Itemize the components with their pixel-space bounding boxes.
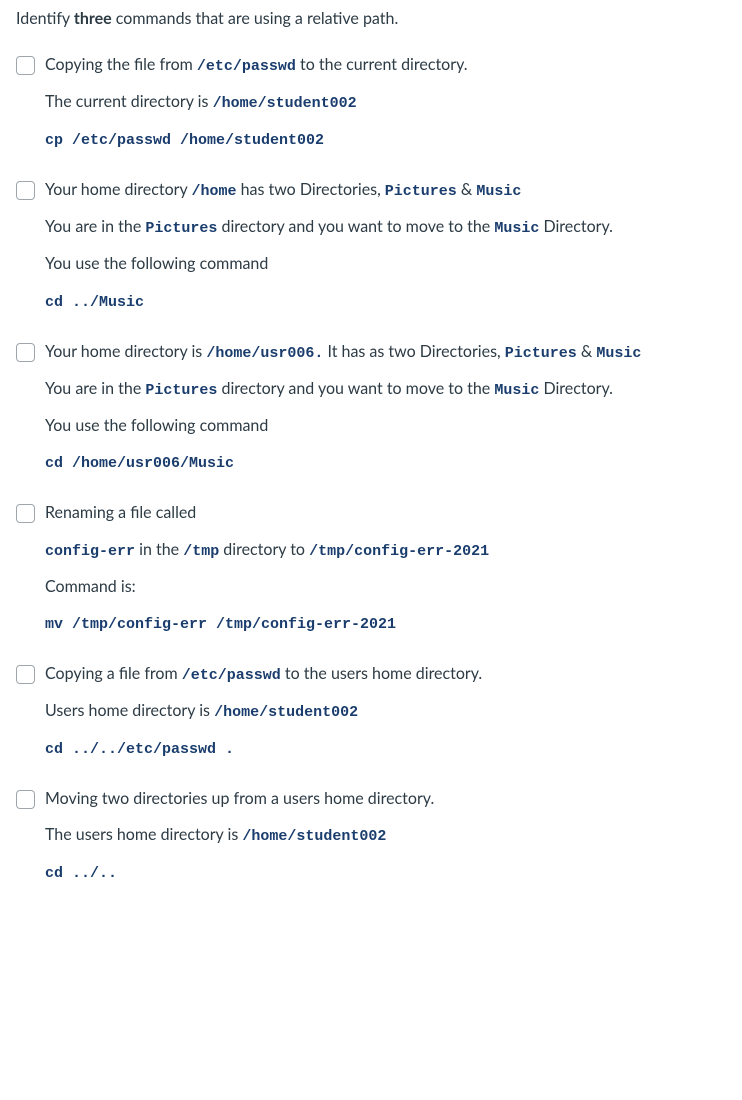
- question-post: commands that are using a relative path.: [112, 9, 399, 28]
- plain-text: to the users home directory.: [281, 664, 482, 683]
- option-text: You are in the Pictures directory and yo…: [45, 378, 732, 401]
- option-checkbox[interactable]: [16, 790, 35, 809]
- plain-text: &: [457, 180, 477, 199]
- command-line: cd /home/usr006/Music: [45, 451, 732, 474]
- option-text: Copying the file from /etc/passwd to the…: [45, 54, 732, 77]
- question-prompt: Identify three commands that are using a…: [16, 8, 732, 30]
- option-4: Renaming a file called config-err in the …: [16, 502, 732, 635]
- plain-text: directory and you want to move to the: [217, 379, 494, 398]
- mono-text: /tmp/config-err-2021: [309, 543, 489, 560]
- mono-text: /home/student002: [214, 704, 358, 721]
- option-text: Renaming a file called: [45, 502, 732, 524]
- command-line: cp /etc/passwd /home/student002: [45, 128, 732, 151]
- plain-text: in the: [135, 540, 183, 559]
- option-text: The current directory is /home/student00…: [45, 91, 732, 114]
- plain-text: Copying the file from: [45, 55, 197, 74]
- option-text: You use the following command: [45, 253, 732, 275]
- option-1: Copying the file from /etc/passwd to the…: [16, 54, 732, 151]
- option-6: Moving two directories up from a users h…: [16, 788, 732, 884]
- mono-text: cd ../Music: [45, 294, 144, 311]
- command-line: cd ../..: [45, 861, 732, 884]
- option-body: Moving two directories up from a users h…: [45, 788, 732, 884]
- mono-text: Music: [596, 345, 641, 362]
- plain-text: Moving two directories up from a users h…: [45, 789, 434, 808]
- plain-text: Copying a file from: [45, 664, 182, 683]
- mono-text: mv /tmp/config-err /tmp/config-err-2021: [45, 616, 396, 633]
- mono-text: /home/student002: [242, 828, 386, 845]
- option-text: config-err in the /tmp directory to /tmp…: [45, 539, 732, 562]
- mono-text: /etc/passwd: [197, 58, 296, 75]
- plain-text: directory to: [219, 540, 309, 559]
- command-line: cd ../../etc/passwd .: [45, 737, 732, 760]
- plain-text: to the current directory.: [296, 55, 468, 74]
- plain-text: Your home directory: [45, 180, 191, 199]
- question-pre: Identify: [16, 9, 74, 28]
- plain-text: Renaming a file called: [45, 503, 196, 522]
- question-bold: three: [74, 9, 112, 28]
- plain-text: The users home directory is: [45, 825, 242, 844]
- plain-text: You use the following command: [45, 254, 268, 273]
- plain-text: Your home directory is: [45, 342, 206, 361]
- plain-text: You are in the: [45, 217, 145, 236]
- option-text: Command is:: [45, 576, 732, 598]
- plain-text: Directory.: [539, 379, 613, 398]
- option-text: Your home directory is /home/usr006. It …: [45, 341, 732, 364]
- mono-text: Pictures: [145, 382, 217, 399]
- command-line: mv /tmp/config-err /tmp/config-err-2021: [45, 612, 732, 635]
- mono-text: config-err: [45, 543, 135, 560]
- plain-text: You use the following command: [45, 416, 268, 435]
- plain-text: Users home directory is: [45, 701, 214, 720]
- mono-text: Music: [494, 220, 539, 237]
- mono-text: Pictures: [385, 183, 457, 200]
- option-text: Your home directory /home has two Direct…: [45, 179, 732, 202]
- mono-text: cd ../..: [45, 865, 117, 882]
- mono-text: Pictures: [145, 220, 217, 237]
- option-body: Renaming a file called config-err in the …: [45, 502, 732, 635]
- option-text: Copying a file from /etc/passwd to the u…: [45, 663, 732, 686]
- option-checkbox[interactable]: [16, 181, 35, 200]
- option-text: You use the following command: [45, 415, 732, 437]
- plain-text: directory and you want to move to the: [217, 217, 494, 236]
- command-line: cd ../Music: [45, 290, 732, 313]
- option-body: Your home directory /home has two Direct…: [45, 179, 732, 312]
- plain-text: Directory.: [539, 217, 613, 236]
- mono-text: cd ../../etc/passwd .: [45, 741, 234, 758]
- mono-text: Pictures: [505, 345, 577, 362]
- option-text: You are in the Pictures directory and yo…: [45, 216, 732, 239]
- option-body: Copying a file from /etc/passwd to the u…: [45, 663, 732, 760]
- mono-text: /home: [191, 183, 236, 200]
- plain-text: It has as two Directories,: [323, 342, 504, 361]
- mono-text: Music: [476, 183, 521, 200]
- mono-text: /home/student002: [213, 95, 357, 112]
- option-checkbox[interactable]: [16, 56, 35, 75]
- option-2: Your home directory /home has two Direct…: [16, 179, 732, 312]
- plain-text: The current directory is: [45, 92, 213, 111]
- mono-text: /home/usr006.: [206, 345, 323, 362]
- option-checkbox[interactable]: [16, 504, 35, 523]
- option-5: Copying a file from /etc/passwd to the u…: [16, 663, 732, 760]
- option-checkbox[interactable]: [16, 665, 35, 684]
- plain-text: has two Directories,: [236, 180, 384, 199]
- options-list: Copying the file from /etc/passwd to the…: [16, 54, 732, 884]
- plain-text: Command is:: [45, 577, 136, 596]
- option-checkbox[interactable]: [16, 343, 35, 362]
- plain-text: &: [577, 342, 597, 361]
- option-body: Copying the file from /etc/passwd to the…: [45, 54, 732, 151]
- mono-text: /tmp: [183, 543, 219, 560]
- option-text: Users home directory is /home/student002: [45, 700, 732, 723]
- mono-text: Music: [494, 382, 539, 399]
- option-3: Your home directory is /home/usr006. It …: [16, 341, 732, 474]
- option-body: Your home directory is /home/usr006. It …: [45, 341, 732, 474]
- plain-text: You are in the: [45, 379, 145, 398]
- option-text: Moving two directories up from a users h…: [45, 788, 732, 810]
- option-text: The users home directory is /home/studen…: [45, 824, 732, 847]
- mono-text: cd /home/usr006/Music: [45, 455, 234, 472]
- mono-text: /etc/passwd: [182, 667, 281, 684]
- mono-text: cp /etc/passwd /home/student002: [45, 132, 324, 149]
